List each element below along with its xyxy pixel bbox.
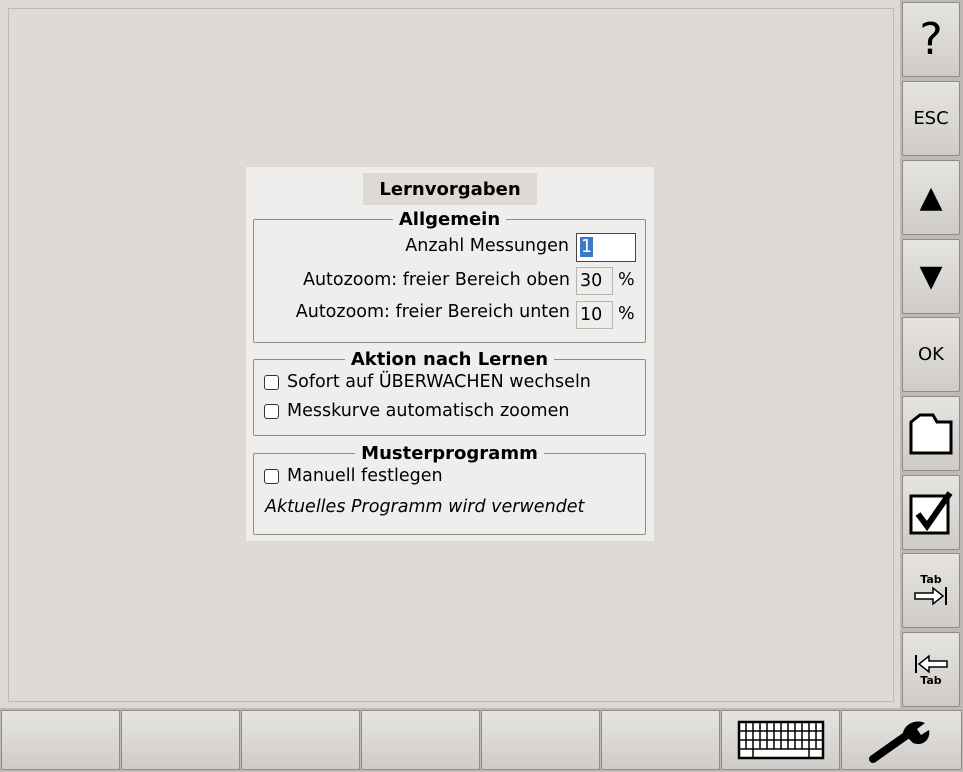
ok-label: OK (918, 344, 944, 365)
auto-zoom-label[interactable]: Messkurve automatisch zoomen (287, 401, 569, 421)
softkey-4[interactable] (361, 710, 480, 770)
zoom-top-unit: % (618, 270, 635, 290)
settings-button[interactable] (841, 710, 962, 770)
measurements-input[interactable]: 1 (576, 233, 636, 262)
action-legend: Aktion nach Lernen (350, 349, 549, 370)
folder-icon (909, 413, 953, 454)
help-button[interactable]: ? (902, 2, 960, 77)
measurements-label: Anzahl Messungen (405, 236, 569, 256)
question-mark-icon: ? (919, 13, 943, 65)
zoom-top-input[interactable]: 30 (576, 267, 613, 295)
tab-forward-icon (914, 586, 947, 606)
manual-label[interactable]: Manuell festlegen (287, 466, 443, 486)
softkey-2[interactable] (121, 710, 240, 770)
pattern-legend: Musterprogramm (361, 443, 538, 464)
up-button[interactable]: ▲ (902, 160, 960, 235)
ok-button[interactable]: OK (902, 317, 960, 392)
pattern-info-text: Aktuelles Programm wird verwendet (265, 497, 585, 517)
switch-monitor-checkbox[interactable] (264, 375, 279, 390)
down-button[interactable]: ▼ (902, 239, 960, 314)
main-area: Lernvorgaben Allgemein Anzahl Messungen … (0, 0, 901, 708)
arrow-up-icon: ▲ (919, 180, 943, 215)
esc-button[interactable]: ESC (902, 81, 960, 156)
zoom-bottom-input[interactable]: 10 (576, 301, 613, 329)
esc-label: ESC (913, 108, 949, 129)
dialog-title: Lernvorgaben (363, 173, 537, 205)
arrow-down-icon: ▼ (919, 259, 943, 294)
measurements-value: 1 (580, 237, 594, 257)
auto-zoom-checkbox[interactable] (264, 404, 279, 419)
manual-checkbox[interactable] (264, 469, 279, 484)
tab-back-button[interactable]: Tab (902, 632, 960, 707)
softkey-5[interactable] (481, 710, 600, 770)
tab-forward-label: Tab (920, 573, 942, 586)
softkey-3[interactable] (241, 710, 360, 770)
learn-settings-dialog: Lernvorgaben Allgemein Anzahl Messungen … (246, 167, 654, 541)
switch-monitor-label[interactable]: Sofort auf ÜBERWACHEN wechseln (287, 372, 591, 392)
zoom-bottom-unit: % (618, 304, 635, 324)
keyboard-icon (737, 720, 824, 760)
zoom-bottom-label: Autozoom: freier Bereich unten (295, 302, 570, 322)
side-button-column: ? ESC ▲ ▼ OK Tab Tab (900, 0, 963, 708)
zoom-top-label: Autozoom: freier Bereich oben (302, 270, 570, 290)
tab-forward-button[interactable]: Tab (902, 553, 960, 628)
general-legend: Allgemein (398, 209, 501, 230)
softkey-1[interactable] (1, 710, 120, 770)
bottom-button-bar (0, 708, 963, 772)
tab-back-icon (915, 654, 948, 674)
wrench-icon (868, 721, 929, 763)
pattern-group: Musterprogramm (253, 443, 646, 535)
confirm-button[interactable] (902, 475, 960, 550)
softkey-6[interactable] (601, 710, 720, 770)
tab-back-label: Tab (920, 674, 942, 687)
checkbox-check-icon (909, 490, 953, 534)
keyboard-button[interactable] (721, 710, 840, 770)
action-group: Aktion nach Lernen (253, 349, 646, 436)
folder-button[interactable] (902, 396, 960, 471)
